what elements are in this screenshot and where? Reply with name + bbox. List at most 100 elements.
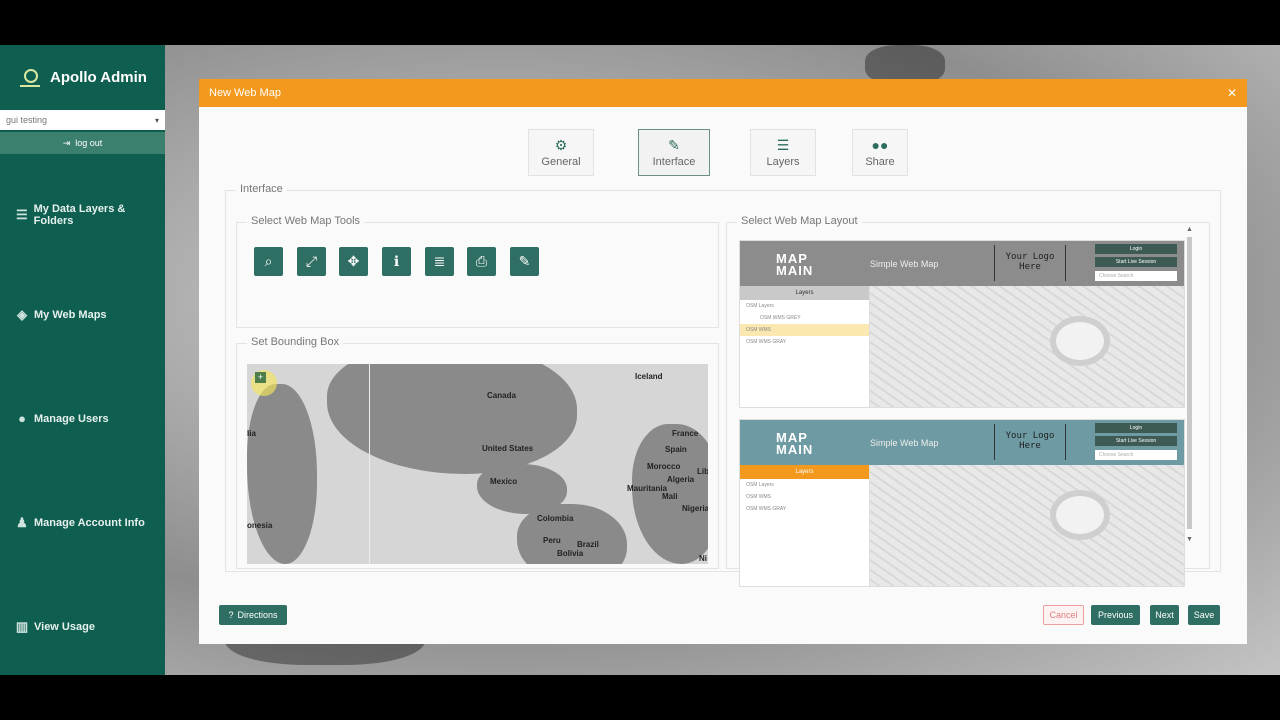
users-icon: ●●: [871, 136, 889, 153]
layout-header: MAP MAIN Simple Web Map Your Logo Here Log…: [740, 420, 1184, 465]
tab-share[interactable]: ●● Share: [852, 129, 908, 176]
nav-item-view-usage[interactable]: ▥ View Usage: [14, 619, 95, 635]
map-label: Colombia: [537, 514, 574, 523]
gear-icon: ⚙: [554, 136, 568, 153]
layout-fieldset: Select Web Map Layout MAP MAIN Simple Web…: [726, 215, 1210, 587]
map-label: Lib: [697, 467, 708, 476]
map-label: Morocco: [647, 462, 681, 471]
layout-search: Choose Search: [1095, 450, 1177, 460]
layout-layers-panel: Layers OSM Layers OSM WMS GREY OSM WMS O…: [740, 286, 870, 407]
search-icon: ⌕: [264, 253, 273, 269]
nav-item-manage-users[interactable]: ● Manage Users: [14, 411, 109, 426]
layout-brand: MAP MAIN: [776, 251, 814, 278]
layout-scrollbar[interactable]: ▲ ▼: [1185, 223, 1193, 549]
layout-row: OSM WMS GRAY: [746, 339, 787, 345]
tab-label: Layers: [766, 155, 800, 168]
tab-interface[interactable]: ✎ Interface: [638, 129, 710, 176]
zoom-in-button[interactable]: +: [255, 372, 266, 383]
tab-general[interactable]: ⚙ General: [528, 129, 594, 176]
logout-label: log out: [75, 138, 103, 148]
map-label: Brazil: [577, 540, 599, 549]
cancel-button[interactable]: Cancel: [1043, 605, 1084, 625]
layout-logo-placeholder: Your Logo Here: [994, 424, 1066, 460]
cube-icon: ◈: [17, 307, 27, 322]
layout-option-2[interactable]: MAP MAIN Simple Web Map Your Logo Here Log…: [739, 419, 1185, 587]
scroll-thumb[interactable]: [1187, 237, 1192, 529]
wrench-icon: ✎: [668, 136, 680, 153]
tab-label: Interface: [652, 155, 696, 168]
tab-label: Share: [865, 155, 895, 168]
layout-legend: Select Web Map Layout: [737, 215, 862, 227]
map-meridian: [369, 364, 370, 564]
interface-fieldset: Interface Select Web Map Tools ⌕ ⤢ ✥ ℹ ≣…: [225, 183, 1221, 587]
map-label: onesia: [247, 521, 273, 530]
workspace-value: gui testing: [6, 115, 48, 125]
new-web-map-dialog: New Web Map ✕ ⚙ General ✎ Interface ☰ La…: [199, 79, 1247, 644]
layout-brand: MAP MAIN: [776, 430, 814, 457]
search-tool-button[interactable]: ⌕: [254, 247, 283, 276]
person-icon: ♟: [16, 515, 28, 530]
map-label: Mexico: [490, 477, 518, 486]
scroll-up-icon[interactable]: ▲: [1186, 226, 1193, 233]
nav-label: Manage Account Info: [34, 517, 145, 529]
layout-search: Choose Search: [1095, 271, 1177, 281]
brand: Apollo Admin: [0, 45, 165, 110]
layout-live-button: Start Live Session: [1095, 257, 1177, 267]
brand-name: Apollo Admin: [50, 69, 147, 86]
nav-label: My Data Layers & Folders: [33, 203, 126, 227]
map-label: Bolivia: [557, 549, 584, 558]
previous-button[interactable]: Previous: [1091, 605, 1140, 625]
edit-tool-button[interactable]: ✎: [510, 247, 539, 276]
users-icon: ●: [18, 411, 26, 426]
nav-item-data-layers[interactable]: ☰ My Data Layers & Folders: [14, 203, 165, 227]
map-label: France: [672, 429, 699, 438]
layout-map-preview: [870, 286, 1184, 407]
next-button[interactable]: Next: [1150, 605, 1179, 625]
move-tool-button[interactable]: ✥: [339, 247, 368, 276]
workspace-select[interactable]: gui testing ▾: [0, 110, 165, 130]
map-label: United States: [482, 444, 534, 453]
save-button[interactable]: Save: [1188, 605, 1220, 625]
tab-layers[interactable]: ☰ Layers: [750, 129, 816, 176]
layout-login-button: Login: [1095, 423, 1177, 433]
tab-label: General: [541, 155, 581, 168]
tools-fieldset: Select Web Map Tools ⌕ ⤢ ✥ ℹ ≣ ⎙ ✎: [236, 215, 719, 328]
layout-row: OSM Layers: [746, 303, 774, 309]
nav-item-account-info[interactable]: ♟ Manage Account Info: [14, 515, 145, 531]
map-label: Mauritania: [627, 484, 668, 493]
layout-panel-title: Layers: [740, 286, 869, 300]
layout-panel-title: Layers: [740, 465, 869, 479]
layout-row: OSM WMS GRAY: [746, 506, 787, 512]
close-icon[interactable]: ✕: [1227, 86, 1237, 100]
layout-row: OSM WMS: [740, 324, 869, 336]
bbox-fieldset: Set Bounding Box Iceland Canada lia Unit…: [236, 336, 719, 569]
info-tool-button[interactable]: ℹ: [382, 247, 411, 276]
map-stadium: [1050, 316, 1110, 366]
map-label: Nigeria: [682, 504, 708, 513]
info-icon: ℹ: [393, 253, 400, 269]
bounding-box-map[interactable]: Iceland Canada lia United States France …: [247, 364, 708, 564]
layout-live-button: Start Live Session: [1095, 436, 1177, 446]
directions-button[interactable]: ? Directions: [219, 605, 287, 625]
nav-label: My Web Maps: [34, 309, 107, 321]
expand-tool-button[interactable]: ⤢: [297, 247, 326, 276]
nav-item-web-maps[interactable]: ◈ My Web Maps: [14, 307, 107, 323]
bar-chart-icon: ▥: [15, 619, 29, 634]
database-tool-button[interactable]: ≣: [425, 247, 454, 276]
dialog-header: New Web Map ✕: [199, 79, 1247, 107]
sidebar: Apollo Admin gui testing ▾ ⇥ log out ☰ M…: [0, 45, 165, 675]
dialog-title: New Web Map: [209, 87, 281, 99]
scroll-down-icon[interactable]: ▼: [1186, 536, 1193, 543]
map-label: Iceland: [635, 372, 663, 381]
edit-icon: ✎: [518, 253, 531, 269]
map-label: Ni: [699, 554, 707, 563]
nav-label: View Usage: [34, 621, 95, 633]
layout-option-1[interactable]: MAP MAIN Simple Web Map Your Logo Here Log…: [739, 240, 1185, 408]
logout-button[interactable]: ⇥ log out: [0, 132, 165, 154]
map-label: Canada: [487, 391, 516, 400]
print-tool-button[interactable]: ⎙: [467, 247, 496, 276]
layout-header: MAP MAIN Simple Web Map Your Logo Here Log…: [740, 241, 1184, 286]
bbox-legend: Set Bounding Box: [247, 336, 344, 348]
layout-logo-placeholder: Your Logo Here: [994, 245, 1066, 281]
map-label: Peru: [543, 536, 561, 545]
